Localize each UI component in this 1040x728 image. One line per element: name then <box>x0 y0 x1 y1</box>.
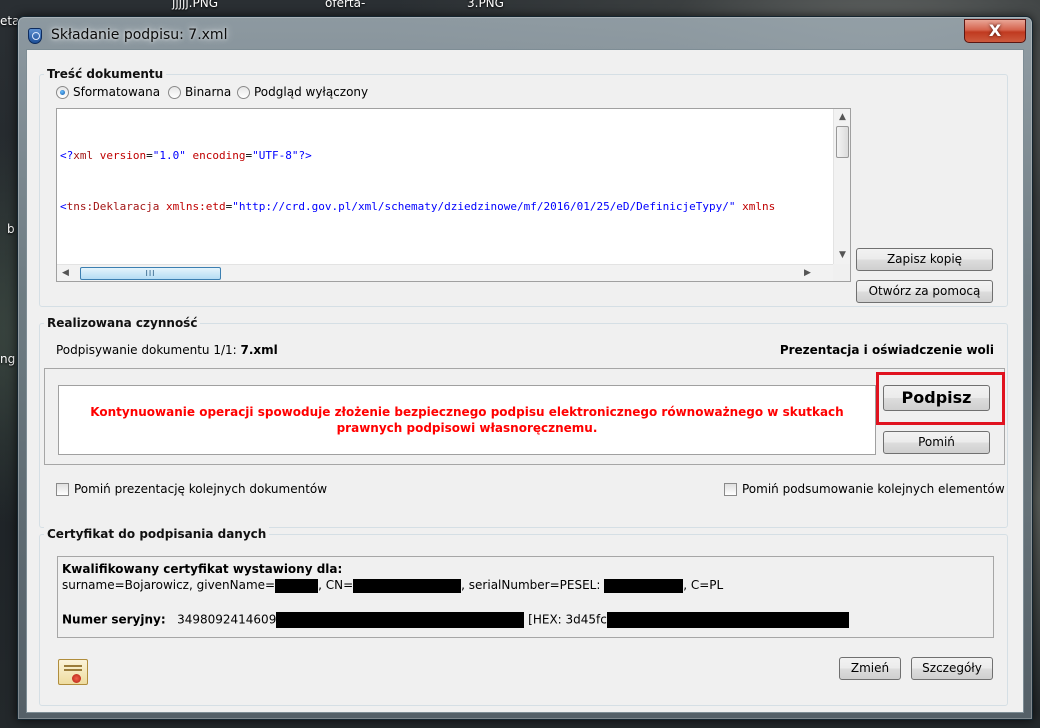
radio-preview-off[interactable]: Podgląd wyłączony <box>237 85 368 99</box>
certificate-group-title: Certyfikat do podpisania danych <box>44 527 270 541</box>
signing-progress-label: Podpisywanie dokumentu 1/1: <box>56 343 237 357</box>
sign-button[interactable]: Podpisz <box>883 385 990 411</box>
certificate-details-button[interactable]: Szczegóły <box>911 657 993 680</box>
save-copy-button[interactable]: Zapisz kopię <box>856 248 993 271</box>
checkbox-unchecked-icon <box>56 482 69 496</box>
scrollbar-corner <box>833 264 850 281</box>
certificate-icon <box>58 659 88 685</box>
scroll-right-arrow-icon[interactable]: ▶ <box>799 265 816 281</box>
warning-box: Kontynuowanie operacji spowoduje złożeni… <box>58 385 876 455</box>
scroll-up-arrow-icon[interactable]: ▲ <box>834 109 850 126</box>
radio-unselected-icon <box>237 85 250 99</box>
xml-preview[interactable]: <?xml version="1.0" encoding="UTF-8"?> <… <box>56 108 851 282</box>
subject-serial: , serialNumber=PESEL: <box>461 578 601 592</box>
skip-presentation-checkbox[interactable]: Pomiń prezentację kolejnych dokumentów <box>56 482 327 496</box>
redacted-block <box>604 578 684 593</box>
skip-button[interactable]: Pomiń <box>883 431 990 454</box>
subject-cn: , CN= <box>318 578 354 592</box>
radio-binary-label: Binarna <box>185 85 232 99</box>
change-certificate-button[interactable]: Zmień <box>839 657 901 680</box>
serial-number-row: Numer seryjny: 3498092414609 [HEX: 3d45f… <box>62 612 849 628</box>
xml-vertical-scrollbar[interactable]: ▲ ▼ <box>833 109 850 264</box>
xml-text: <?xml version="1.0" encoding="UTF-8"?> <… <box>60 113 817 253</box>
desktop-icon-label[interactable]: 3.PNG <box>467 0 504 10</box>
scroll-left-arrow-icon[interactable]: ◀ <box>57 265 74 281</box>
serial-hex: [HEX: 3d45fc <box>528 612 607 627</box>
radio-formatted[interactable]: Sformatowana <box>56 85 160 99</box>
radio-binary[interactable]: Binarna <box>168 85 231 99</box>
redacted-block <box>353 578 462 593</box>
open-with-button[interactable]: Otwórz za pomocą <box>856 280 993 303</box>
subject-country: , C=PL <box>683 578 724 592</box>
desktop-icon-label[interactable]: ng <box>0 352 15 366</box>
redacted-block <box>276 612 525 628</box>
radio-formatted-label: Sformatowana <box>73 85 161 99</box>
serial-number-label: Numer seryjny: <box>62 612 166 627</box>
horizontal-scroll-thumb[interactable]: III <box>80 267 221 280</box>
window-title: Składanie podpisu: 7.xml <box>51 27 228 43</box>
app-shield-icon <box>28 28 42 44</box>
signing-progress-text: Podpisywanie dokumentu 1/1: 7.xml <box>56 343 278 357</box>
xml-line: <tns:Deklaracja xmlns:etd="http://crd.go… <box>60 200 776 213</box>
xml-line: <tns:Naglowek> <box>60 249 817 253</box>
radio-preview-off-label: Podgląd wyłączony <box>254 85 369 99</box>
desktop-icon-label[interactable]: jjjjj.PNG <box>172 0 218 10</box>
skip-summary-checkbox[interactable]: Pomiń podsumowanie kolejnych elementów <box>724 482 1005 496</box>
xml-line: <?xml version="1.0" encoding="UTF-8"?> <box>60 149 312 162</box>
desktop-icon-label[interactable]: b <box>7 222 15 236</box>
redacted-block <box>606 612 849 628</box>
checkbox-unchecked-icon <box>724 482 737 496</box>
skip-presentation-label: Pomiń prezentację kolejnych dokumentów <box>74 482 328 496</box>
radio-selected-icon <box>56 85 69 99</box>
subject-surname: surname=Bojarowicz, givenName= <box>62 578 276 592</box>
serial-number-value: 3498092414609 <box>177 612 277 627</box>
certificate-subject: surname=Bojarowicz, givenName= , CN= , ser… <box>62 578 723 593</box>
warning-text: Kontynuowanie operacji spowoduje złożeni… <box>90 405 844 435</box>
stage-label: Prezentacja i oświadczenie woli <box>779 343 994 357</box>
operation-group-title: Realizowana czynność <box>44 316 201 330</box>
radio-unselected-icon <box>168 85 181 99</box>
scroll-down-arrow-icon[interactable]: ▼ <box>834 247 850 264</box>
document-content-title: Treść dokumentu <box>44 67 167 81</box>
vertical-scroll-thumb[interactable] <box>836 126 849 158</box>
redacted-block <box>275 578 319 593</box>
skip-summary-label: Pomiń podsumowanie kolejnych elementów <box>742 482 1005 496</box>
close-button[interactable]: X <box>964 19 1026 43</box>
xml-horizontal-scrollbar[interactable]: ◀ III ▶ <box>57 264 833 281</box>
issued-for-label: Kwalifikowany certyfikat wystawiony dla: <box>62 562 343 576</box>
desktop-icon-label[interactable]: oferta- <box>325 0 365 10</box>
signing-dialog-window: Składanie podpisu: 7.xml X Treść dokumen… <box>17 16 1033 720</box>
signing-file-name: 7.xml <box>240 343 278 357</box>
dialog-client-area: Treść dokumentu Sformatowana Binarna Pod… <box>26 49 1024 713</box>
